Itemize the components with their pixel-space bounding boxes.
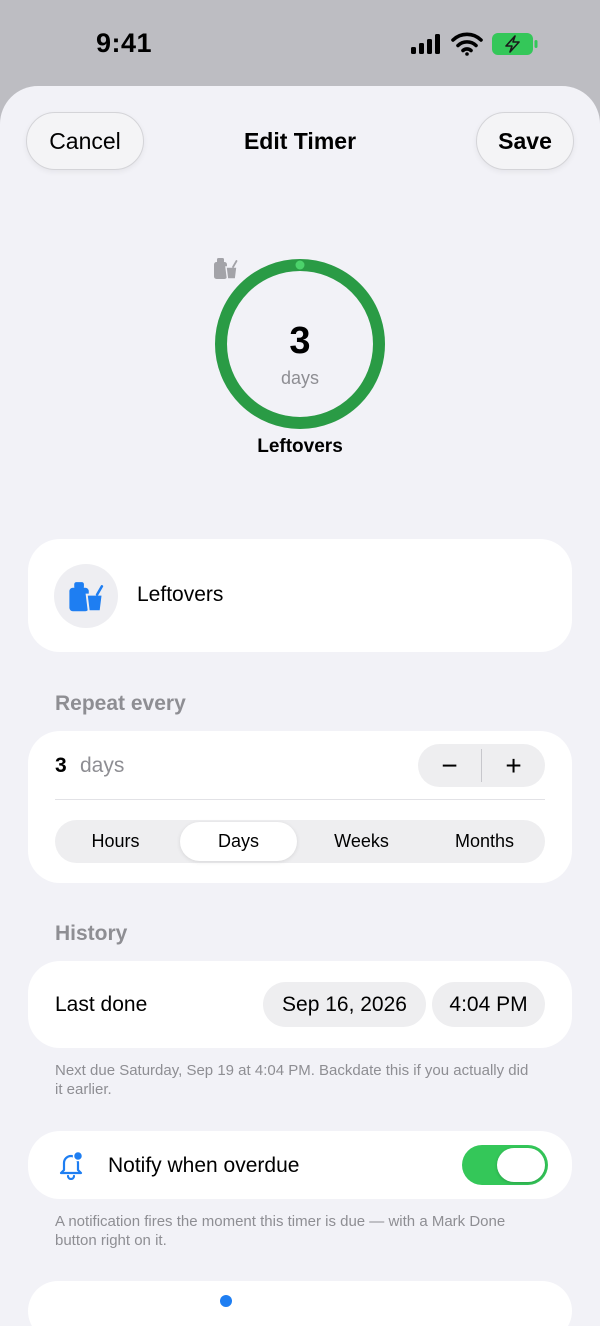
repeat-stepper: − + [418, 744, 545, 787]
history-card: Last done Sep 16, 2026 4:04 PM [28, 961, 572, 1048]
timer-name-row[interactable]: Leftovers [28, 539, 572, 652]
repeat-unit: days [80, 754, 125, 777]
repeat-card: 3 days − + Hours Days Weeks Months [28, 731, 572, 883]
save-button[interactable]: Save [476, 112, 574, 170]
leftovers-icon [214, 258, 238, 280]
row-divider [55, 799, 545, 800]
last-done-time-picker[interactable]: 4:04 PM [432, 982, 545, 1027]
icon-picker[interactable] [54, 564, 118, 628]
last-done-label: Last done [55, 993, 148, 1016]
notify-label: Notify when overdue [108, 1154, 300, 1177]
timer-unit: days [280, 368, 320, 388]
decrement-button[interactable]: − [418, 744, 481, 787]
bell-badge-icon [59, 1150, 84, 1180]
segment-hours[interactable]: Hours [57, 822, 174, 861]
timer-name-label: Leftovers [257, 436, 343, 457]
history-footnote: Next due Saturday, Sep 19 at 4:04 PM. Ba… [55, 1062, 529, 1098]
status-bar: 9:41 [0, 0, 600, 86]
segment-days[interactable]: Days [180, 822, 297, 861]
notify-footnote: A notification fires the moment this tim… [55, 1213, 506, 1249]
edit-timer-sheet: Cancel Edit Timer Save 3 days Leftovers … [0, 86, 600, 1326]
timer-ring: 3 days [212, 256, 388, 432]
increment-button[interactable]: + [482, 744, 545, 787]
repeat-count: 3 [55, 754, 67, 777]
next-section-card [28, 1281, 572, 1326]
unit-segmented-control: Hours Days Weeks Months [55, 820, 545, 863]
notify-toggle[interactable] [462, 1145, 548, 1185]
timer-name-field[interactable]: Leftovers [137, 583, 223, 607]
segment-months[interactable]: Months [426, 822, 543, 861]
wifi-icon [451, 32, 483, 56]
leftovers-icon [69, 582, 104, 613]
segment-weeks[interactable]: Weeks [303, 822, 420, 861]
timer-value: 3 [289, 320, 311, 362]
status-time: 9:41 [96, 28, 153, 58]
toggle-knob [497, 1148, 545, 1182]
cellular-signal-icon [411, 34, 440, 54]
repeat-section-header: Repeat every [55, 692, 186, 715]
ring-start-dot [295, 260, 305, 270]
battery-charging-icon [492, 33, 538, 55]
history-section-header: History [55, 922, 128, 945]
last-done-date-picker[interactable]: Sep 16, 2026 [263, 982, 426, 1027]
notify-row: Notify when overdue [28, 1131, 572, 1199]
next-section-icon [220, 1295, 232, 1307]
